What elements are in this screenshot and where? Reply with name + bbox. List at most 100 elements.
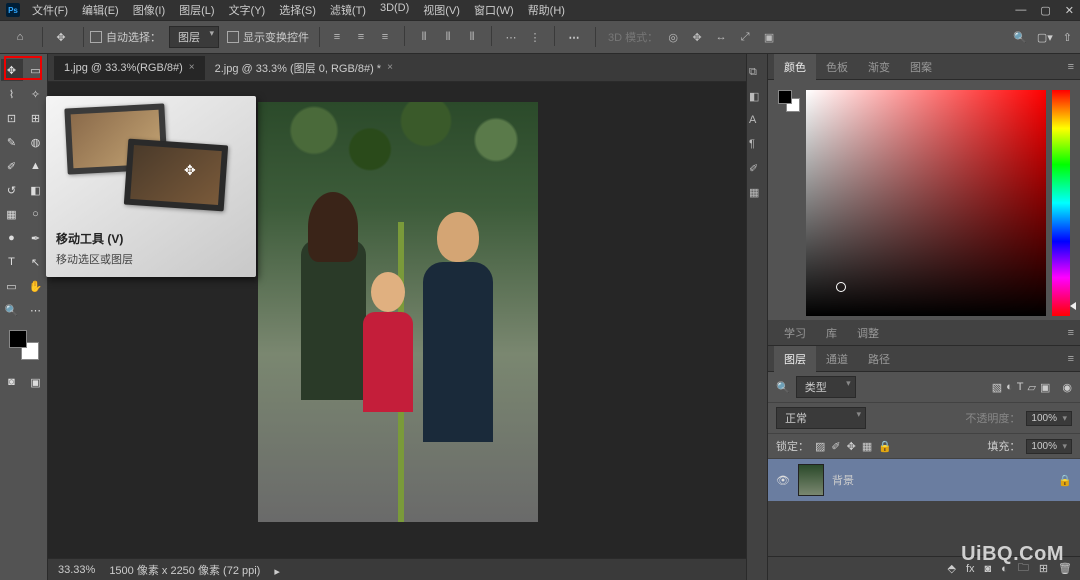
wand-tool[interactable]: ✧ [25,83,47,105]
tab-swatches[interactable]: 色板 [816,54,858,80]
align-left-icon[interactable]: ≡ [326,26,348,48]
distribute-v-icon[interactable]: ⋮ [524,26,546,48]
path-tool[interactable]: ↖ [25,251,47,273]
panel-menu-icon[interactable]: ≡ [1068,327,1074,339]
status-caret-icon[interactable]: ▸ [274,565,284,575]
layer-thumb[interactable] [798,464,824,496]
filter-type-icon[interactable]: T [1017,381,1024,394]
crop-tool[interactable]: ⊡ [1,107,23,129]
menu-file[interactable]: 文件(F) [26,0,74,20]
tab-doc2[interactable]: 2.jpg @ 33.3% (图层 0, RGB/8#) *× [205,54,403,82]
dock-char-icon[interactable]: A [749,114,765,128]
auto-select-dropdown[interactable]: 图层 [169,26,219,48]
zoom-tool[interactable]: 🔍 [1,299,23,321]
align-top-icon[interactable]: ⫴ [413,26,435,48]
hue-slider[interactable] [1052,90,1070,316]
distribute-h-icon[interactable]: ⋯ [500,26,522,48]
menu-filter[interactable]: 滤镜(T) [324,0,372,20]
eyedropper-tool[interactable]: ✎ [1,131,23,153]
workspace-icon[interactable]: ▢▾ [1037,31,1053,44]
dock-swatch-icon[interactable]: ▦ [749,186,765,200]
screenmode-tool[interactable]: ▣ [25,371,47,393]
tab-learn[interactable]: 学习 [774,320,816,346]
lock-trans-icon[interactable]: ▨ [815,440,825,453]
menu-select[interactable]: 选择(S) [273,0,322,20]
tab-adjustments[interactable]: 调整 [847,320,889,346]
document-canvas[interactable] [258,102,538,522]
tab-libraries[interactable]: 库 [816,320,847,346]
type-tool[interactable]: T [1,251,23,273]
hand-tool[interactable]: ✋ [25,275,47,297]
filter-toggle-icon[interactable]: ◉ [1062,381,1072,394]
edit-toolbar[interactable]: ⋯ [25,299,47,321]
doc-dimensions[interactable]: 1500 像素 x 2250 像素 (72 ppi) [109,562,260,578]
panel-menu-icon[interactable]: ≡ [1068,61,1074,73]
tab-gradients[interactable]: 渐变 [858,54,900,80]
stamp-tool[interactable]: ▲ [25,155,47,177]
history-tool[interactable]: ↺ [1,179,23,201]
dodge-tool[interactable]: ● [1,227,23,249]
dock-para-icon[interactable]: ¶ [749,138,765,152]
brush-tool[interactable]: ✐ [1,155,23,177]
blur-tool[interactable]: ○ [25,203,47,225]
filter-smart-icon[interactable]: ▣ [1040,381,1050,394]
share-icon[interactable]: ⇧ [1063,31,1072,44]
layer-item[interactable]: 👁 背景 🔒 [768,459,1080,501]
tab-paths[interactable]: 路径 [858,346,900,372]
home-icon[interactable]: ⌂ [8,25,32,49]
lock-icon[interactable]: 🔒 [1058,474,1072,487]
dock-properties-icon[interactable]: ◧ [749,90,765,104]
tab-close-icon[interactable]: × [189,62,195,73]
lock-all-icon[interactable]: 🔒 [878,440,892,453]
menu-help[interactable]: 帮助(H) [522,0,571,20]
filter-pixel-icon[interactable]: ▧ [992,381,1002,394]
minimize-icon[interactable]: — [1015,4,1026,17]
heal-tool[interactable]: ◍ [25,131,47,153]
color-swatches[interactable] [9,330,39,360]
lock-art-icon[interactable]: ▦ [862,440,872,453]
visibility-icon[interactable]: 👁 [776,474,790,487]
menu-type[interactable]: 文字(Y) [223,0,272,20]
blend-mode-select[interactable]: 正常 [776,407,866,429]
maximize-icon[interactable]: ▢ [1040,4,1050,17]
tab-layers[interactable]: 图层 [774,346,816,372]
filter-adj-icon[interactable]: ◐ [1006,381,1013,394]
link-layers-icon[interactable]: ⬘ [947,562,955,575]
mini-swatches[interactable] [778,90,800,112]
pen-tool[interactable]: ✒ [25,227,47,249]
more-icon[interactable]: ⋯ [563,26,585,48]
show-transform-checkbox[interactable] [227,31,239,43]
auto-select-checkbox[interactable] [90,31,102,43]
lock-pos-icon[interactable]: ✥ [847,440,856,453]
eraser-tool[interactable]: ◧ [25,179,47,201]
lasso-tool[interactable]: ⌇ [1,83,23,105]
layer-kind-filter[interactable]: 类型 [796,376,856,398]
color-picker-field[interactable] [806,90,1046,316]
filter-shape-icon[interactable]: ▱ [1028,381,1036,394]
search-icon[interactable]: 🔍 [1013,31,1027,44]
menu-3d[interactable]: 3D(D) [374,0,415,20]
panel-menu-icon[interactable]: ≡ [1068,353,1074,365]
menu-view[interactable]: 视图(V) [417,0,466,20]
zoom-level[interactable]: 33.33% [58,564,95,576]
opacity-input[interactable]: 100% [1026,411,1072,426]
menu-window[interactable]: 窗口(W) [468,0,520,20]
shape-tool[interactable]: ▭ [1,275,23,297]
tab-color[interactable]: 颜色 [774,54,816,80]
quickmask-tool[interactable]: ◙ [1,371,23,393]
align-center-icon[interactable]: ≡ [350,26,372,48]
tab-channels[interactable]: 通道 [816,346,858,372]
lock-paint-icon[interactable]: ✐ [831,440,840,453]
tab-close-icon[interactable]: × [387,62,393,73]
menu-image[interactable]: 图像(I) [127,0,171,20]
gradient-tool[interactable]: ▦ [1,203,23,225]
move-tool-icon[interactable]: ✥ [49,25,73,49]
menu-layer[interactable]: 图层(L) [173,0,220,20]
align-right-icon[interactable]: ≡ [374,26,396,48]
close-icon[interactable]: ✕ [1065,4,1074,17]
align-bot-icon[interactable]: ⫴ [461,26,483,48]
layer-name[interactable]: 背景 [832,472,854,488]
tab-patterns[interactable]: 图案 [900,54,942,80]
dock-history-icon[interactable]: ⧉ [749,66,765,80]
frame-tool[interactable]: ⊞ [25,107,47,129]
